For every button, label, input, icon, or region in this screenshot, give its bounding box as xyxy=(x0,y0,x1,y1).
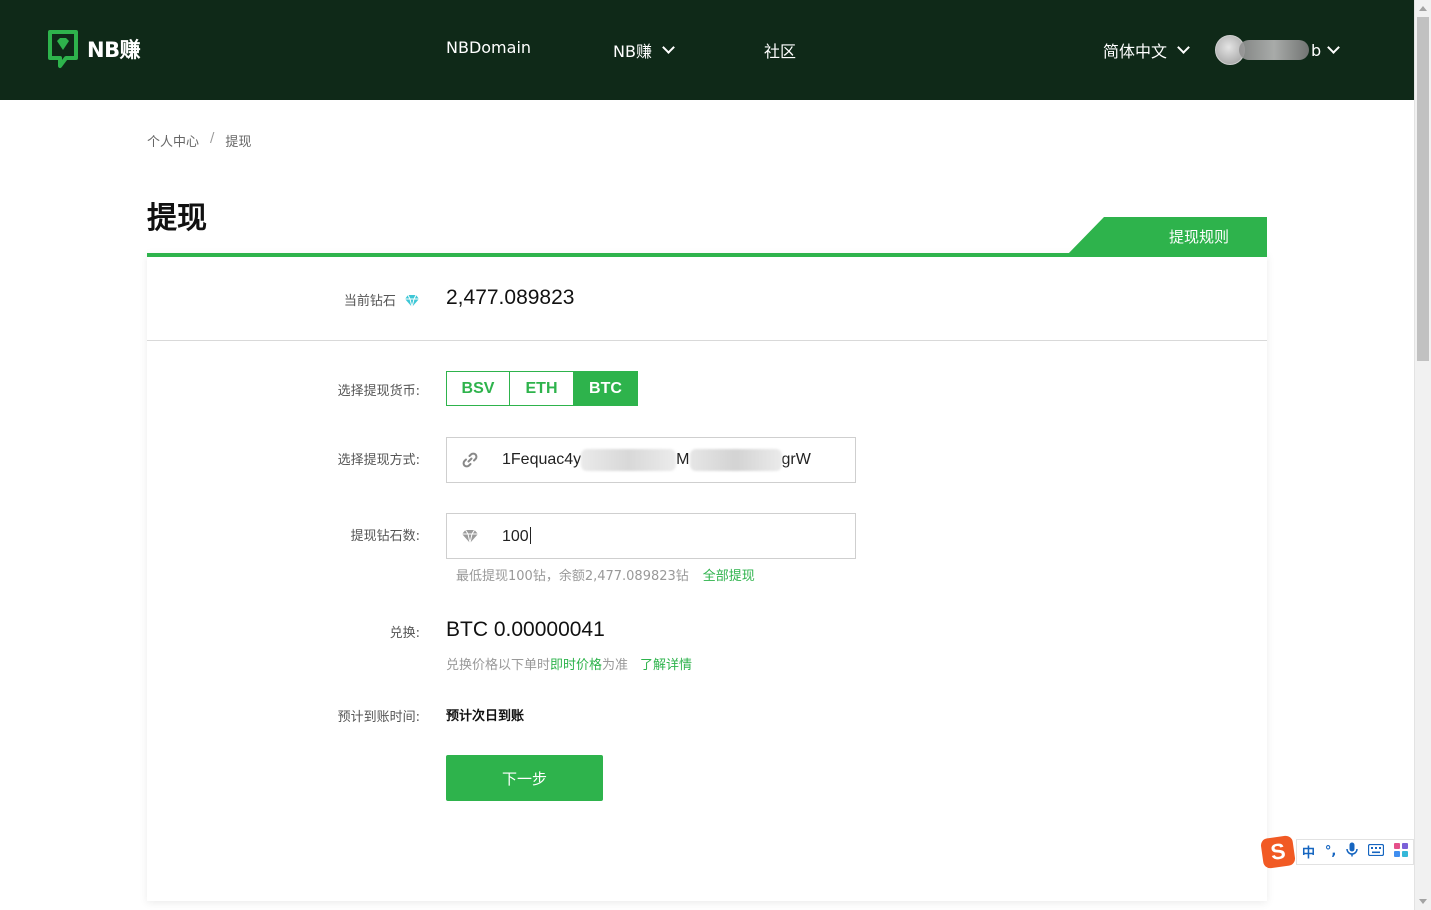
ime-bar: 中 °, xyxy=(1296,838,1414,865)
amount-text: 100 xyxy=(502,527,529,545)
balance-label: 当前钻石 xyxy=(343,294,396,309)
method-label: 选择提现方式: xyxy=(337,453,420,468)
breadcrumb-home-link[interactable]: 个人中心 xyxy=(147,131,199,150)
nav-nbdomain[interactable]: NBDomain xyxy=(446,38,531,57)
breadcrumb-separator: / xyxy=(210,131,215,146)
page-title: 提现 xyxy=(147,201,207,236)
username-tail: b xyxy=(1311,40,1322,60)
withdraw-rules-label: 提现规则 xyxy=(1168,228,1229,246)
amount-hint: 最低提现100钻，余额2,477.089823钻 全部提现 xyxy=(456,565,755,584)
address-end: grW xyxy=(781,451,811,469)
withdraw-all-link[interactable]: 全部提现 xyxy=(703,569,755,584)
microphone-icon[interactable] xyxy=(1346,842,1358,861)
breadcrumb: 个人中心 / 提现 xyxy=(147,131,251,150)
address-redacted-2 xyxy=(689,449,782,471)
chevron-down-icon xyxy=(1177,41,1190,54)
nav-community-label: 社区 xyxy=(764,42,797,61)
currency-option-btc[interactable]: BTC xyxy=(574,371,638,406)
exchange-note-prefix: 兑换价格以下单时 xyxy=(446,658,551,673)
user-menu[interactable]: b xyxy=(1215,35,1341,65)
logo-badge-icon xyxy=(48,30,78,68)
exchange-note-highlight: 即时价格 xyxy=(550,658,603,673)
text-cursor xyxy=(529,526,531,544)
ime-punctuation-toggle[interactable]: °, xyxy=(1325,844,1336,859)
currency-option-bsv[interactable]: BSV xyxy=(446,371,510,406)
learn-more-link[interactable]: 了解详情 xyxy=(640,658,692,673)
withdraw-address-value: 1Fequac4y MgrW xyxy=(502,449,811,471)
withdraw-address-select[interactable]: 1Fequac4y MgrW xyxy=(446,437,856,483)
chevron-down-icon xyxy=(662,41,675,54)
eta-label: 预计到账时间: xyxy=(337,710,420,725)
keyboard-icon[interactable] xyxy=(1367,843,1385,860)
scroll-up-arrow-icon[interactable] xyxy=(1419,6,1427,11)
address-redacted-1 xyxy=(581,449,677,471)
language-label: 简体中文 xyxy=(1103,42,1168,61)
withdraw-rules-tab[interactable]: 提现规则 xyxy=(1066,217,1267,256)
page-scrollbar[interactable] xyxy=(1414,0,1431,910)
amount-hint-text: 最低提现100钻，余额2,477.089823钻 xyxy=(456,569,689,584)
link-icon xyxy=(447,451,493,469)
top-navbar: NB赚 NBDomain NB赚 社区 简体中文 b xyxy=(0,0,1414,100)
address-start: 1Fequac4y xyxy=(502,451,582,469)
diamond-icon xyxy=(405,294,419,308)
amount-input[interactable]: 100 xyxy=(446,513,856,559)
nav-nbzhuan-label: NB赚 xyxy=(613,42,652,61)
scroll-thumb[interactable] xyxy=(1417,17,1429,361)
exchange-value: BTC 0.00000041 xyxy=(446,618,605,641)
address-mid: M xyxy=(676,451,690,469)
chevron-down-icon xyxy=(1327,41,1341,54)
sogou-logo-icon[interactable]: S xyxy=(1260,834,1296,869)
username-redacted xyxy=(1239,40,1309,60)
amount-label: 提现钻石数: xyxy=(350,529,420,544)
nav-nbdomain-label: NBDomain xyxy=(446,38,532,57)
ime-toolbar: S 中 °, xyxy=(1260,834,1414,869)
breadcrumb-current: 提现 xyxy=(225,135,252,150)
eta-value: 预计次日到账 xyxy=(446,709,525,724)
balance-value: 2,477.089823 xyxy=(446,286,575,309)
nav-nbzhuan-dropdown[interactable]: NB赚 xyxy=(613,38,675,62)
currency-selector: BSV ETH BTC xyxy=(446,371,638,406)
nav-community[interactable]: 社区 xyxy=(764,38,796,62)
scroll-down-arrow-icon[interactable] xyxy=(1419,899,1427,904)
toolbox-grid-icon[interactable] xyxy=(1394,842,1409,861)
amount-value: 100 xyxy=(502,526,531,546)
exchange-note-suffix: 为准 xyxy=(602,658,629,673)
next-step-button[interactable]: 下一步 xyxy=(446,755,603,801)
logo[interactable]: NB赚 xyxy=(47,29,141,69)
exchange-note: 兑换价格以下单时即时价格为准 了解详情 xyxy=(446,654,692,673)
ime-mode-toggle[interactable]: 中 xyxy=(1302,842,1315,861)
exchange-label: 兑换: xyxy=(389,626,420,641)
language-selector[interactable]: 简体中文 xyxy=(1103,38,1190,62)
section-divider xyxy=(147,340,1267,341)
currency-label: 选择提现货币: xyxy=(337,384,420,399)
currency-option-eth[interactable]: ETH xyxy=(510,371,574,406)
logo-text: NB赚 xyxy=(87,38,141,62)
diamond-outline-icon xyxy=(447,529,493,544)
balance-label-row: 当前钻石 xyxy=(220,290,420,309)
